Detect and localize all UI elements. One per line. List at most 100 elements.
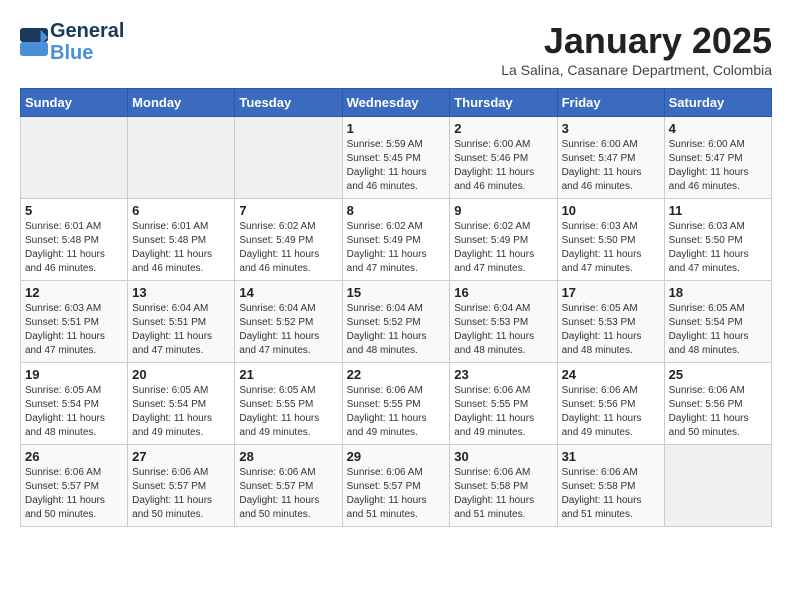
day-number: 6 [132,203,230,218]
day-info: Sunrise: 6:05 AMSunset: 5:54 PMDaylight:… [669,302,767,358]
calendar-cell: 17 Sunrise: 6:05 AMSunset: 5:53 PMDayligh… [557,281,664,363]
day-info: Sunrise: 6:05 AMSunset: 5:53 PMDaylight:… [562,302,660,358]
day-info: Sunrise: 6:04 AMSunset: 5:53 PMDaylight:… [454,302,552,358]
calendar-week-3: 12 Sunrise: 6:03 AMSunset: 5:51 PMDayligh… [21,281,772,363]
day-info: Sunrise: 6:06 AMSunset: 5:56 PMDaylight:… [562,384,660,440]
day-number: 4 [669,121,767,136]
day-info: Sunrise: 6:03 AMSunset: 5:51 PMDaylight:… [25,302,123,358]
calendar-cell: 7 Sunrise: 6:02 AMSunset: 5:49 PMDaylight… [235,199,342,281]
day-info: Sunrise: 6:06 AMSunset: 5:58 PMDaylight:… [454,466,552,522]
day-number: 17 [562,285,660,300]
calendar-cell: 13Sunrise: 6:04 AMSunset: 5:51 PMDayligh… [128,281,235,363]
day-info: Sunrise: 6:06 AMSunset: 5:57 PMDaylight:… [132,466,230,522]
calendar-cell: 24 Sunrise: 6:06 AMSunset: 5:56 PMDayligh… [557,363,664,445]
title-block: January 2025 La Salina, Casanare Departm… [501,20,772,78]
calendar-cell: 3Sunrise: 6:00 AMSunset: 5:47 PMDaylight… [557,117,664,199]
day-info: Sunrise: 6:03 AMSunset: 5:50 PMDaylight:… [562,220,660,276]
calendar-cell: 27 Sunrise: 6:06 AMSunset: 5:57 PMDayligh… [128,445,235,527]
calendar-cell: 5 Sunrise: 6:01 AMSunset: 5:48 PMDaylight… [21,199,128,281]
day-number: 29 [347,449,446,464]
day-info: Sunrise: 6:05 AMSunset: 5:55 PMDaylight:… [239,384,337,440]
calendar-cell: 8Sunrise: 6:02 AMSunset: 5:49 PMDaylight… [342,199,450,281]
calendar-cell: 6 Sunrise: 6:01 AMSunset: 5:48 PMDaylight… [128,199,235,281]
day-number: 9 [454,203,552,218]
day-info: Sunrise: 6:06 AMSunset: 5:56 PMDaylight:… [669,384,767,440]
day-number: 8 [347,203,446,218]
day-number: 5 [25,203,123,218]
calendar-cell [128,117,235,199]
day-header-sunday: Sunday [21,89,128,117]
day-number: 24 [562,367,660,382]
day-number: 27 [132,449,230,464]
calendar-cell: 18Sunrise: 6:05 AMSunset: 5:54 PMDayligh… [664,281,771,363]
day-info: Sunrise: 6:00 AMSunset: 5:47 PMDaylight:… [562,138,660,194]
calendar-week-2: 5 Sunrise: 6:01 AMSunset: 5:48 PMDaylight… [21,199,772,281]
day-number: 13 [132,285,230,300]
day-number: 1 [347,121,446,136]
day-number: 14 [239,285,337,300]
calendar-cell: 4 Sunrise: 6:00 AMSunset: 5:47 PMDaylight… [664,117,771,199]
day-header-monday: Monday [128,89,235,117]
day-info: Sunrise: 6:05 AMSunset: 5:54 PMDaylight:… [132,384,230,440]
calendar-cell: 23Sunrise: 6:06 AMSunset: 5:55 PMDayligh… [450,363,557,445]
day-info: Sunrise: 6:02 AMSunset: 5:49 PMDaylight:… [454,220,552,276]
calendar-cell: 28Sunrise: 6:06 AMSunset: 5:57 PMDayligh… [235,445,342,527]
calendar-cell: 25 Sunrise: 6:06 AMSunset: 5:56 PMDayligh… [664,363,771,445]
calendar-cell: 20Sunrise: 6:05 AMSunset: 5:54 PMDayligh… [128,363,235,445]
day-number: 19 [25,367,123,382]
calendar-cell: 19Sunrise: 6:05 AMSunset: 5:54 PMDayligh… [21,363,128,445]
calendar-cell: 2 Sunrise: 6:00 AMSunset: 5:46 PMDaylight… [450,117,557,199]
day-number: 28 [239,449,337,464]
day-info: Sunrise: 6:00 AMSunset: 5:47 PMDaylight:… [669,138,767,194]
day-number: 25 [669,367,767,382]
calendar-week-4: 19 Sunrise: 6:05 AMSunset: 5:54 PMDayligh… [21,363,772,445]
calendar-cell: 9 Sunrise: 6:02 AMSunset: 5:49 PMDaylight… [450,199,557,281]
day-number: 31 [562,449,660,464]
calendar-cell: 11Sunrise: 6:03 AMSunset: 5:50 PMDayligh… [664,199,771,281]
day-number: 15 [347,285,446,300]
day-info: Sunrise: 6:04 AMSunset: 5:52 PMDaylight:… [347,302,446,358]
calendar-cell [21,117,128,199]
calendar-cell: 12 Sunrise: 6:03 AMSunset: 5:51 PMDayligh… [21,281,128,363]
day-info: Sunrise: 6:06 AMSunset: 5:55 PMDaylight:… [347,384,446,440]
day-info: Sunrise: 6:03 AMSunset: 5:50 PMDaylight:… [669,220,767,276]
calendar-cell: 26Sunrise: 6:06 AMSunset: 5:57 PMDayligh… [21,445,128,527]
day-info: Sunrise: 6:00 AMSunset: 5:46 PMDaylight:… [454,138,552,194]
calendar-cell: 30Sunrise: 6:06 AMSunset: 5:58 PMDayligh… [450,445,557,527]
calendar-cell: 29 Sunrise: 6:06 AMSunset: 5:57 PMDayligh… [342,445,450,527]
day-info: Sunrise: 6:06 AMSunset: 5:55 PMDaylight:… [454,384,552,440]
calendar-week-1: 1Sunrise: 5:59 AMSunset: 5:45 PMDaylight… [21,117,772,199]
calendar-cell: 14 Sunrise: 6:04 AMSunset: 5:52 PMDayligh… [235,281,342,363]
logo: General Blue [20,20,124,64]
day-info: Sunrise: 6:06 AMSunset: 5:57 PMDaylight:… [25,466,123,522]
calendar-cell: 21Sunrise: 6:05 AMSunset: 5:55 PMDayligh… [235,363,342,445]
calendar-cell: 15 Sunrise: 6:04 AMSunset: 5:52 PMDayligh… [342,281,450,363]
calendar-cell [235,117,342,199]
calendar-table: SundayMondayTuesdayWednesdayThursdayFrid… [20,88,772,527]
day-header-wednesday: Wednesday [342,89,450,117]
calendar-cell: 31 Sunrise: 6:06 AMSunset: 5:58 PMDayligh… [557,445,664,527]
day-info: Sunrise: 6:04 AMSunset: 5:52 PMDaylight:… [239,302,337,358]
day-info: Sunrise: 6:06 AMSunset: 5:57 PMDaylight:… [347,466,446,522]
day-number: 12 [25,285,123,300]
day-number: 16 [454,285,552,300]
day-info: Sunrise: 6:01 AMSunset: 5:48 PMDaylight:… [132,220,230,276]
location-subtitle: La Salina, Casanare Department, Colombia [501,62,772,78]
calendar-week-5: 26Sunrise: 6:06 AMSunset: 5:57 PMDayligh… [21,445,772,527]
day-number: 7 [239,203,337,218]
day-info: Sunrise: 6:02 AMSunset: 5:49 PMDaylight:… [239,220,337,276]
day-info: Sunrise: 6:06 AMSunset: 5:58 PMDaylight:… [562,466,660,522]
calendar-cell [664,445,771,527]
day-header-tuesday: Tuesday [235,89,342,117]
calendar-cell: 10 Sunrise: 6:03 AMSunset: 5:50 PMDayligh… [557,199,664,281]
logo-icon [20,28,48,56]
day-header-friday: Friday [557,89,664,117]
logo-text-line1: General [50,20,124,42]
logo-text-line2: Blue [50,42,124,64]
day-number: 22 [347,367,446,382]
day-info: Sunrise: 6:01 AMSunset: 5:48 PMDaylight:… [25,220,123,276]
day-number: 10 [562,203,660,218]
day-number: 2 [454,121,552,136]
day-header-thursday: Thursday [450,89,557,117]
calendar-header-row: SundayMondayTuesdayWednesdayThursdayFrid… [21,89,772,117]
